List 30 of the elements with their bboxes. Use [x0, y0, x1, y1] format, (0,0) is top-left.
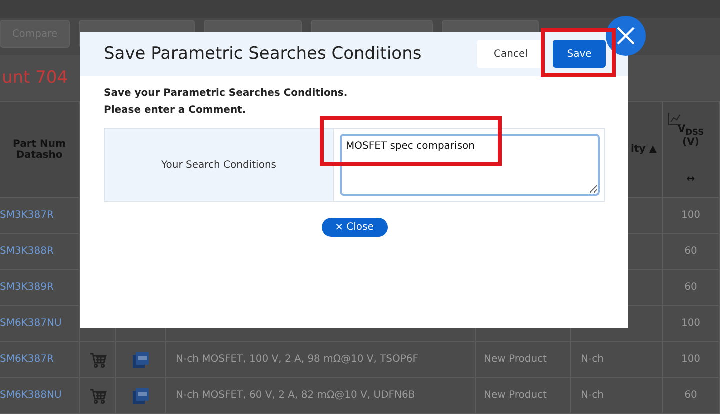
part-number-link[interactable]: SM6K387NU [0, 318, 62, 329]
polarity-cell: N-ch [581, 390, 604, 401]
field-label: Your Search Conditions [105, 129, 334, 201]
part-number-link[interactable]: SM6K387R [0, 354, 54, 365]
save-button[interactable]: Save [553, 40, 606, 68]
chart-icon[interactable] [668, 112, 682, 126]
vdss-cell: 100 [681, 318, 701, 329]
part-number-link[interactable]: SM6K388NU [0, 390, 62, 401]
part-number-link[interactable]: SM3K387R [0, 210, 54, 221]
close-button[interactable]: × Close [322, 218, 388, 237]
instruction-text: Save your Parametric Searches Conditions. [104, 87, 349, 101]
description-cell: N-ch MOSFET, 60 V, 2 A, 82 mΩ@10 V, UDFN6B [176, 390, 416, 401]
pdf-icon[interactable] [132, 352, 148, 368]
vdss-cell: 60 [684, 282, 698, 293]
status-cell: New Product [484, 354, 547, 365]
vdss-cell: 60 [684, 246, 698, 257]
description-cell: N-ch MOSFET, 100 V, 2 A, 98 mΩ@10 V, TSOP6F [176, 354, 419, 365]
cart-icon[interactable] [88, 350, 106, 368]
cart-icon[interactable] [88, 386, 106, 404]
pdf-icon[interactable] [132, 388, 148, 404]
instruction-text: Please enter a Comment. [104, 104, 248, 118]
part-number-link[interactable]: SM3K388R [0, 246, 54, 257]
vdss-cell: 100 [681, 354, 701, 365]
vdss-cell: 60 [684, 390, 698, 401]
part-number-link[interactable]: SM3K389R [0, 282, 54, 293]
status-cell: New Product [484, 390, 547, 401]
resize-arrows[interactable]: ↔ [686, 174, 696, 185]
comment-field[interactable]: MOSFET spec comparison [340, 134, 600, 196]
polarity-cell: N-ch [581, 354, 604, 365]
vdss-cell: 100 [681, 210, 701, 221]
